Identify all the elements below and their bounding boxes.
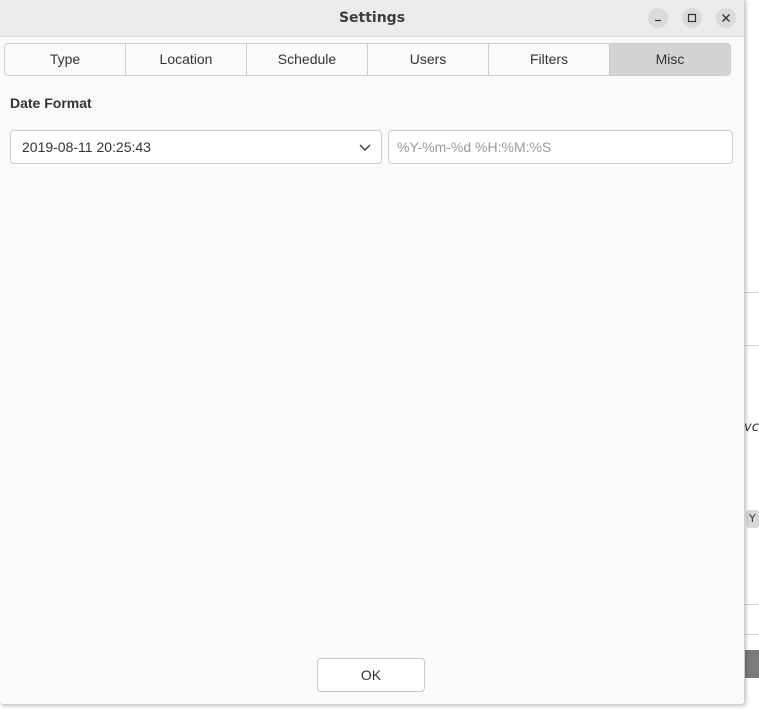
tab-filters[interactable]: Filters	[489, 44, 610, 75]
background-chip: Y	[746, 510, 759, 528]
tab-type[interactable]: Type	[5, 44, 126, 75]
tab-users[interactable]: Users	[368, 44, 489, 75]
background-text: vcr	[744, 420, 759, 435]
ok-button[interactable]: OK	[317, 658, 425, 692]
date-format-label: Date Format	[10, 95, 92, 111]
chevron-down-icon	[359, 144, 371, 151]
settings-dialog: Settings Type Location Schedule Users Fi…	[0, 0, 745, 705]
tab-location[interactable]: Location	[126, 44, 247, 75]
tab-bar: Type Location Schedule Users Filters Mis…	[4, 43, 731, 76]
window-title: Settings	[338, 10, 406, 26]
tab-schedule[interactable]: Schedule	[247, 44, 368, 75]
close-icon	[722, 14, 730, 22]
maximize-icon	[687, 13, 697, 23]
maximize-button[interactable]	[682, 8, 702, 28]
date-format-dropdown[interactable]: 2019-08-11 20:25:43	[10, 130, 382, 164]
minimize-button[interactable]	[648, 8, 668, 28]
title-bar[interactable]: Settings	[0, 0, 744, 37]
close-button[interactable]	[716, 8, 736, 28]
tab-misc[interactable]: Misc	[610, 44, 730, 75]
date-format-selected-value: 2019-08-11 20:25:43	[22, 139, 151, 155]
minimize-icon	[655, 19, 661, 22]
custom-date-format-input[interactable]	[388, 130, 733, 164]
